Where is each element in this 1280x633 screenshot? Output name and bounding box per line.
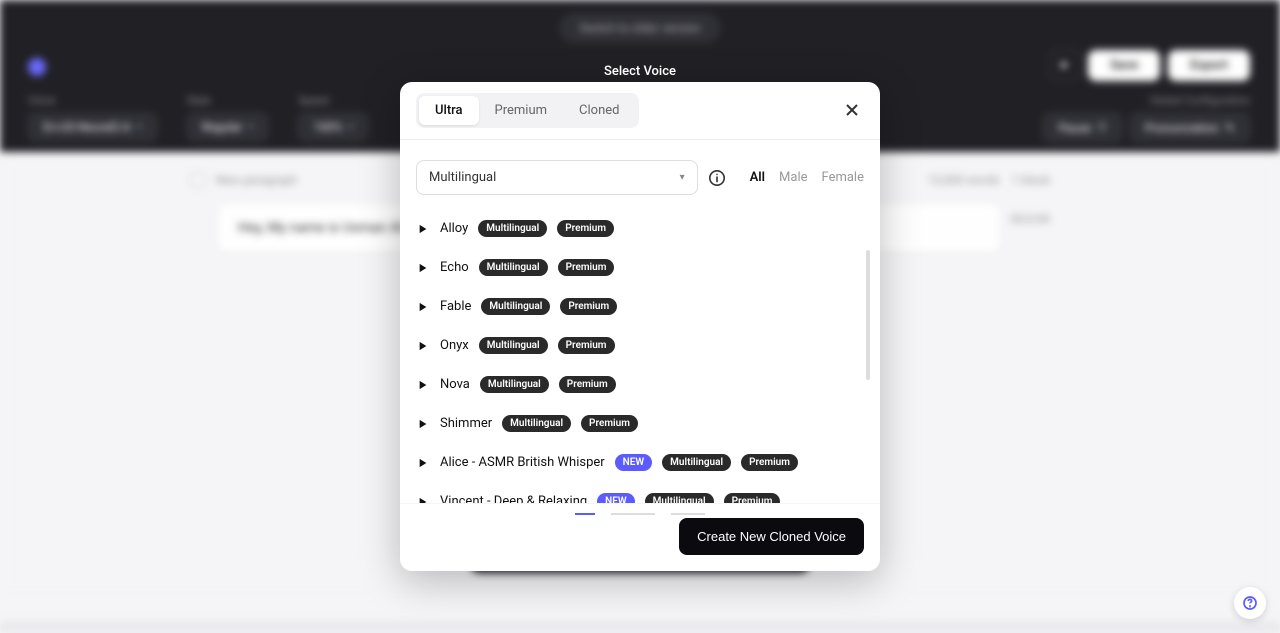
play-icon[interactable] bbox=[418, 340, 430, 352]
voice-item[interactable]: Fable Multilingual Premium bbox=[416, 287, 864, 326]
tab-cloned[interactable]: Cloned bbox=[563, 96, 635, 125]
play-icon[interactable] bbox=[418, 418, 430, 430]
voice-name: Echo bbox=[440, 260, 469, 275]
voice-name: Onyx bbox=[440, 338, 469, 353]
multilingual-badge: Multilingual bbox=[662, 454, 731, 471]
filter-female[interactable]: Female bbox=[822, 170, 864, 185]
play-icon[interactable] bbox=[418, 457, 430, 469]
multilingual-badge: Multilingual bbox=[478, 220, 547, 237]
premium-badge: Premium bbox=[560, 298, 617, 315]
voice-item[interactable]: Nova Multilingual Premium bbox=[416, 365, 864, 404]
voice-name: Fable bbox=[440, 299, 471, 314]
filter-all[interactable]: All bbox=[750, 170, 765, 185]
modal-title: Select Voice bbox=[604, 64, 676, 79]
voice-name: Alloy bbox=[440, 221, 468, 236]
voice-item[interactable]: Vincent - Deep & Relaxing NEW Multilingual… bbox=[416, 482, 864, 503]
scrollbar[interactable] bbox=[866, 250, 870, 380]
premium-badge: Premium bbox=[741, 454, 798, 471]
info-icon[interactable] bbox=[708, 169, 726, 187]
new-badge: NEW bbox=[597, 493, 635, 503]
filter-male[interactable]: Male bbox=[779, 170, 807, 185]
create-cloned-voice-button[interactable]: Create New Cloned Voice bbox=[679, 518, 864, 555]
pager bbox=[575, 513, 705, 515]
play-icon[interactable] bbox=[418, 379, 430, 391]
premium-badge: Premium bbox=[558, 259, 615, 276]
multilingual-badge: Multilingual bbox=[480, 376, 549, 393]
voice-name: Alice - ASMR British Whisper bbox=[440, 455, 605, 470]
tab-ultra[interactable]: Ultra bbox=[419, 96, 479, 125]
language-select[interactable]: Multilingual ▾ bbox=[416, 160, 698, 195]
premium-badge: Premium bbox=[557, 220, 614, 237]
play-icon[interactable] bbox=[418, 223, 430, 235]
pager-dot-2[interactable] bbox=[611, 513, 655, 515]
close-button[interactable] bbox=[842, 100, 862, 120]
voice-item[interactable]: Shimmer Multilingual Premium bbox=[416, 404, 864, 443]
premium-badge: Premium bbox=[559, 376, 616, 393]
pager-dot-3[interactable] bbox=[671, 513, 705, 515]
multilingual-badge: Multilingual bbox=[479, 259, 548, 276]
play-icon[interactable] bbox=[418, 496, 430, 504]
voice-list: Alloy Multilingual Premium Echo Multilingual… bbox=[400, 203, 880, 503]
voice-item[interactable]: Alloy Multilingual Premium bbox=[416, 209, 864, 248]
voice-item[interactable]: Alice - ASMR British Whisper NEW Multiling… bbox=[416, 443, 864, 482]
voice-tier-tabs: Ultra Premium Cloned bbox=[416, 93, 639, 128]
language-selected-value: Multilingual bbox=[429, 170, 496, 185]
play-icon[interactable] bbox=[418, 301, 430, 313]
multilingual-badge: Multilingual bbox=[481, 298, 550, 315]
premium-badge: Premium bbox=[581, 415, 638, 432]
close-icon bbox=[844, 102, 860, 118]
chevron-down-icon: ▾ bbox=[680, 172, 685, 183]
play-icon[interactable] bbox=[418, 262, 430, 274]
multilingual-badge: Multilingual bbox=[645, 493, 714, 503]
voice-item[interactable]: Onyx Multilingual Premium bbox=[416, 326, 864, 365]
select-voice-modal: Select Voice Ultra Premium Cloned Multil… bbox=[400, 82, 880, 571]
multilingual-badge: Multilingual bbox=[502, 415, 571, 432]
voice-name: Vincent - Deep & Relaxing bbox=[440, 494, 587, 503]
premium-badge: Premium bbox=[724, 493, 781, 503]
tab-premium[interactable]: Premium bbox=[479, 96, 564, 125]
premium-badge: Premium bbox=[558, 337, 615, 354]
pager-dot-1[interactable] bbox=[575, 513, 595, 515]
new-badge: NEW bbox=[615, 454, 653, 471]
voice-name: Nova bbox=[440, 377, 470, 392]
voice-item[interactable]: Echo Multilingual Premium bbox=[416, 248, 864, 287]
voice-name: Shimmer bbox=[440, 416, 492, 431]
multilingual-badge: Multilingual bbox=[479, 337, 548, 354]
